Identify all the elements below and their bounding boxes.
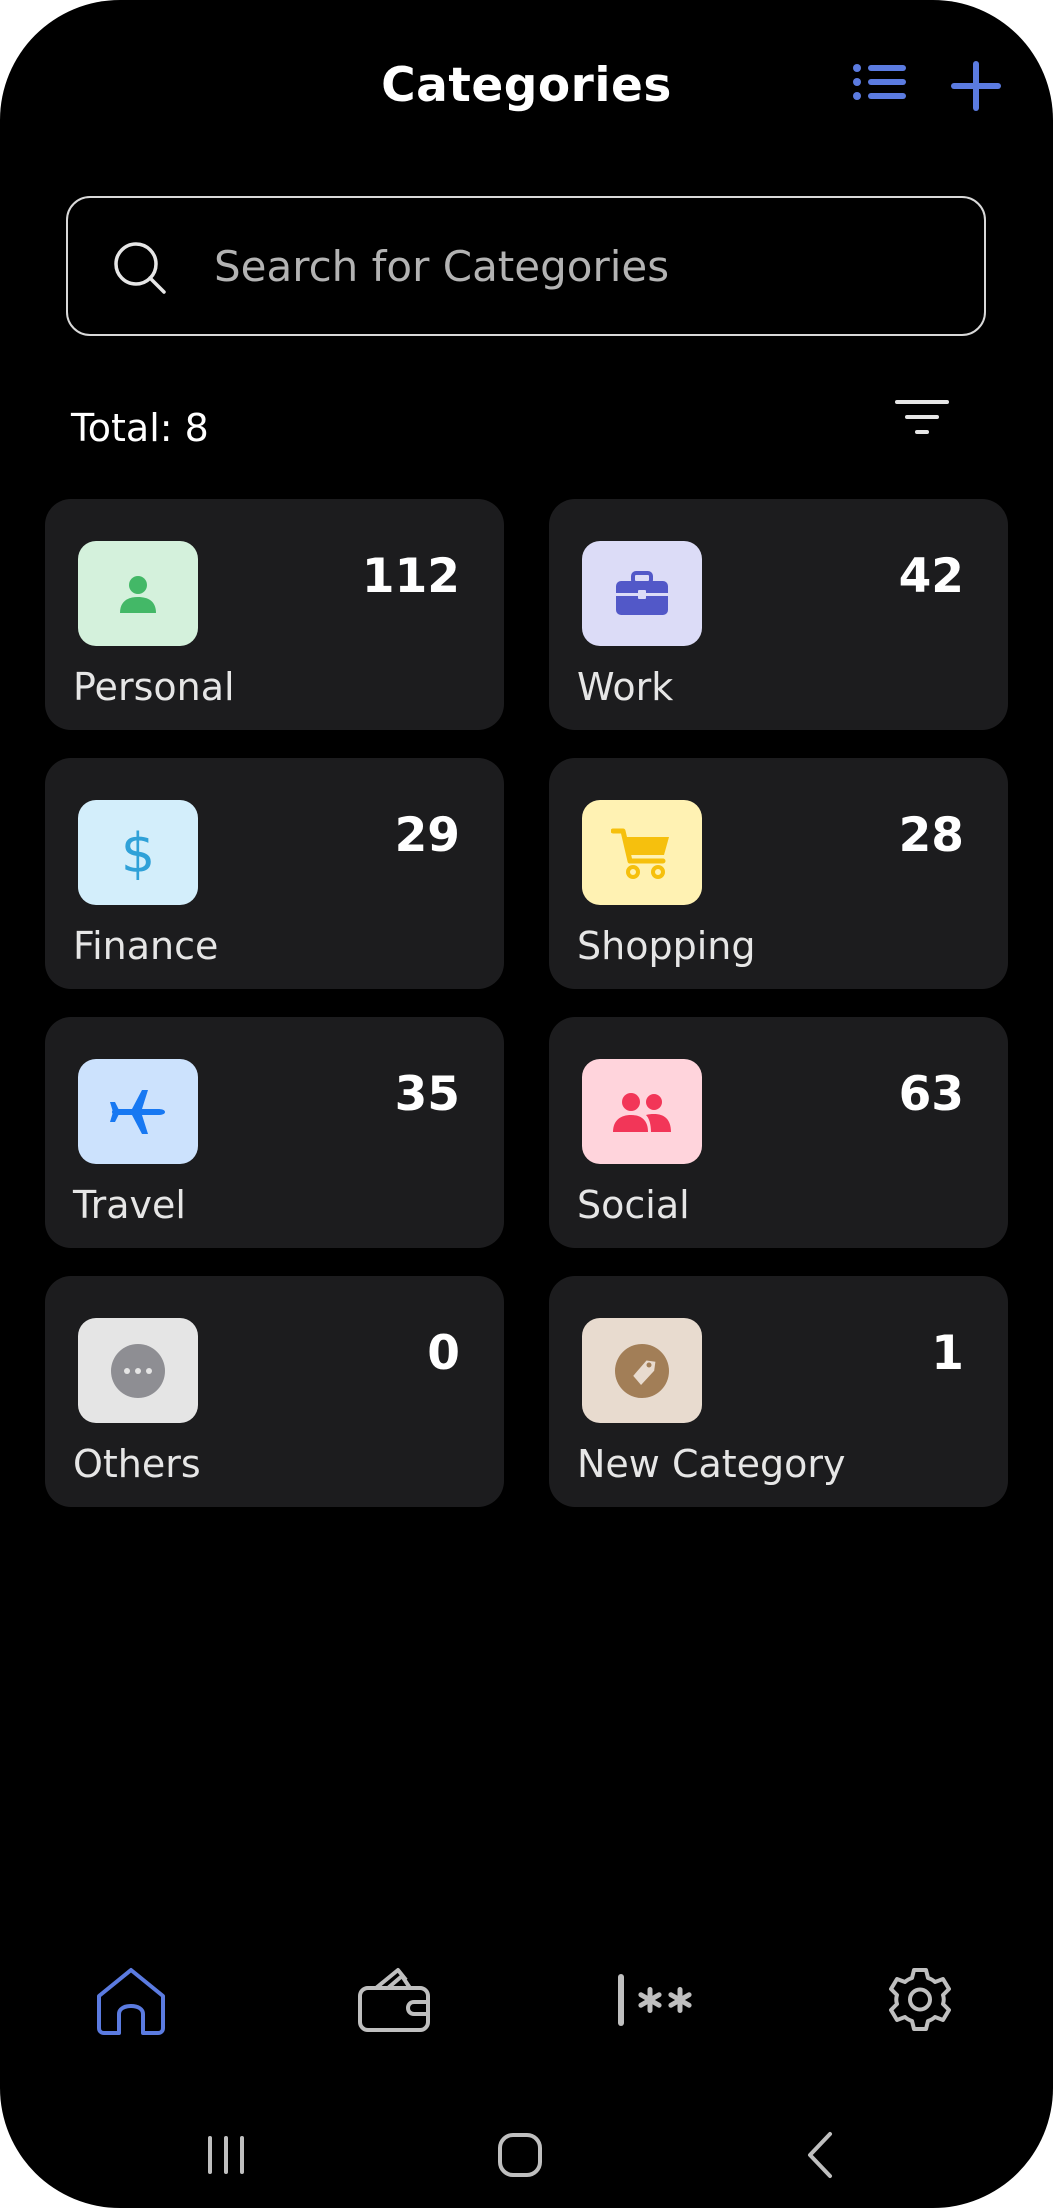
category-count: 42 bbox=[898, 549, 964, 604]
category-card-new-category[interactable]: 1 New Category bbox=[549, 1276, 1008, 1507]
category-label: Personal bbox=[73, 665, 235, 709]
briefcase-icon bbox=[616, 570, 668, 615]
search-input[interactable] bbox=[214, 228, 954, 304]
category-card-finance[interactable]: $ 29 Finance bbox=[45, 758, 504, 989]
search-box bbox=[66, 196, 986, 336]
search-icon bbox=[114, 242, 166, 294]
category-label: New Category bbox=[577, 1442, 846, 1486]
category-card-personal[interactable]: 112 Personal bbox=[45, 499, 504, 730]
category-count: 112 bbox=[361, 549, 460, 604]
more-icon-box bbox=[78, 1318, 198, 1423]
wallet-icon bbox=[358, 1968, 430, 2032]
category-label: Finance bbox=[73, 924, 219, 968]
category-card-social[interactable]: 63 Social bbox=[549, 1017, 1008, 1248]
filter-button[interactable] bbox=[890, 395, 954, 441]
tag-icon bbox=[615, 1343, 669, 1398]
category-card-others[interactable]: 0 Others bbox=[45, 1276, 504, 1507]
category-card-travel[interactable]: 35 Travel bbox=[45, 1017, 504, 1248]
category-count: 28 bbox=[898, 808, 964, 863]
cart-icon bbox=[611, 828, 669, 879]
category-count: 63 bbox=[898, 1067, 964, 1122]
back-icon bbox=[808, 2132, 832, 2178]
category-label: Work bbox=[577, 665, 674, 709]
people-icon bbox=[613, 1092, 671, 1132]
airplane-icon bbox=[110, 1089, 165, 1134]
system-home-button[interactable] bbox=[490, 2120, 550, 2190]
category-label: Social bbox=[577, 1183, 690, 1227]
filter-icon bbox=[895, 400, 949, 434]
password-icon bbox=[618, 1974, 692, 2026]
dollar-icon: $ bbox=[121, 823, 155, 883]
dollar-icon-box: $ bbox=[78, 800, 198, 905]
home-circle-icon bbox=[498, 2133, 542, 2177]
system-navigation-bar bbox=[0, 2120, 1053, 2190]
settings-icon bbox=[889, 1968, 951, 2031]
plus-icon bbox=[951, 61, 1001, 111]
recent-apps-button[interactable] bbox=[196, 2120, 256, 2190]
category-count: 1 bbox=[931, 1326, 964, 1381]
nav-settings[interactable] bbox=[870, 1955, 970, 2045]
briefcase-icon-box bbox=[582, 541, 702, 646]
category-card-shopping[interactable]: 28 Shopping bbox=[549, 758, 1008, 989]
nav-wallet[interactable] bbox=[344, 1955, 444, 2045]
list-icon bbox=[853, 64, 906, 100]
category-card-work[interactable]: 42 Work bbox=[549, 499, 1008, 730]
airplane-icon-box bbox=[78, 1059, 198, 1164]
home-icon bbox=[97, 1968, 165, 2035]
svg-text:$: $ bbox=[121, 823, 155, 883]
category-label: Shopping bbox=[577, 924, 756, 968]
back-button[interactable] bbox=[790, 2120, 850, 2190]
category-label: Travel bbox=[73, 1183, 186, 1227]
nav-passwords[interactable] bbox=[606, 1955, 706, 2045]
cart-icon-box bbox=[582, 800, 702, 905]
category-count: 29 bbox=[394, 808, 460, 863]
category-count: 0 bbox=[427, 1326, 460, 1381]
bottom-navigation bbox=[0, 1955, 1053, 2055]
add-category-button[interactable] bbox=[945, 56, 1007, 116]
tag-icon-box bbox=[582, 1318, 702, 1423]
people-icon-box bbox=[582, 1059, 702, 1164]
nav-home[interactable] bbox=[81, 1955, 181, 2045]
more-icon bbox=[111, 1343, 165, 1398]
app-screen: Categories Total: 8 bbox=[0, 0, 1053, 2208]
person-icon bbox=[120, 575, 156, 613]
person-icon-box bbox=[78, 541, 198, 646]
recent-apps-icon bbox=[208, 2136, 244, 2174]
category-count: 35 bbox=[394, 1067, 460, 1122]
total-count: Total: 8 bbox=[71, 406, 209, 450]
category-label: Others bbox=[73, 1442, 201, 1486]
list-view-button[interactable] bbox=[850, 58, 910, 114]
